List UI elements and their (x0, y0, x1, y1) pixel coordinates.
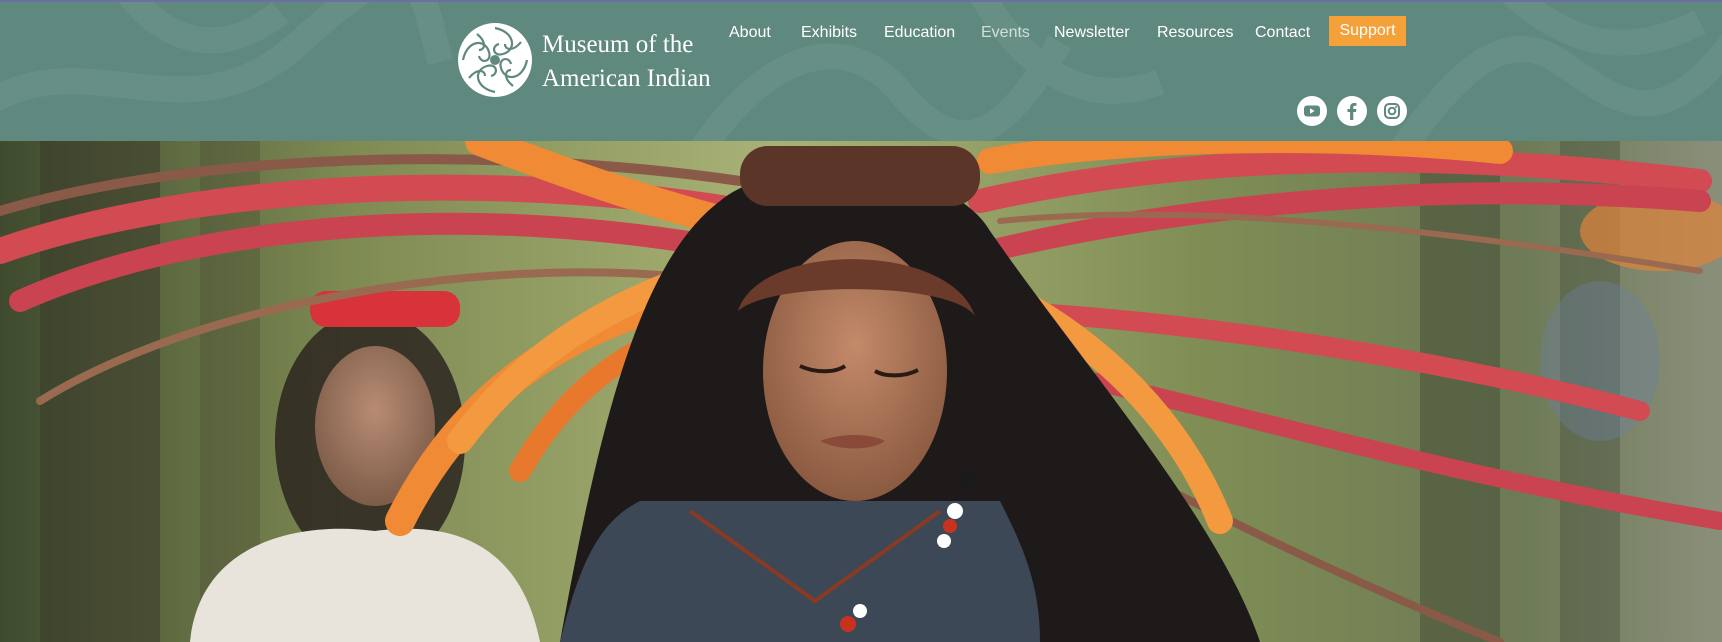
nav-newsletter[interactable]: Newsletter (1054, 18, 1130, 48)
hero-image (0, 141, 1722, 642)
site-header: Museum of the American Indian About Exhi… (0, 0, 1722, 141)
nav-education[interactable]: Education (884, 18, 955, 48)
instagram-icon[interactable] (1377, 96, 1407, 126)
support-button[interactable]: Support (1329, 16, 1406, 46)
nav-contact[interactable]: Contact (1255, 18, 1310, 48)
site-title[interactable]: Museum of the American Indian (542, 28, 711, 96)
spiral-seal-icon (458, 23, 532, 97)
site-title-line-2: American Indian (542, 65, 711, 92)
museum-logo[interactable] (455, 20, 535, 100)
site-title-line-1: Museum of the (542, 31, 694, 58)
hero-photo-dancer (0, 141, 1722, 642)
nav-resources[interactable]: Resources (1157, 18, 1233, 48)
nav-events[interactable]: Events (981, 18, 1030, 48)
youtube-icon[interactable] (1297, 96, 1327, 126)
facebook-icon[interactable] (1337, 96, 1367, 126)
nav-about[interactable]: About (729, 18, 771, 48)
nav-exhibits[interactable]: Exhibits (801, 18, 857, 48)
header-background-pattern (0, 2, 1722, 141)
